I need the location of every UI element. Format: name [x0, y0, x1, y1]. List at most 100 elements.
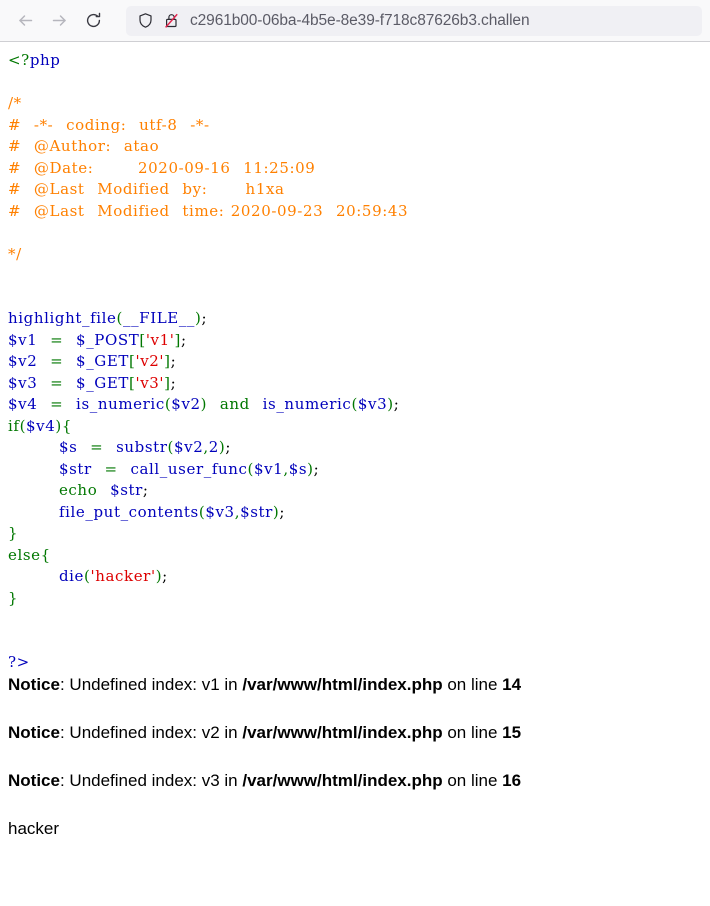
- code-token-var: __FILE__: [122, 309, 196, 327]
- code-line: else{: [8, 546, 51, 564]
- code-token-default: [77, 438, 90, 456]
- forward-button[interactable]: [42, 6, 76, 36]
- arrow-left-icon: [16, 11, 35, 30]
- code-token-var: $_GET: [76, 352, 130, 370]
- code-line: # @Last Modified time: 2020-09-23 20:59:…: [8, 202, 408, 220]
- page-content: <?php /* # -*- coding: utf-8 -*- # @Auth…: [0, 42, 710, 840]
- notice-on-line-text: on line: [442, 722, 503, 742]
- code-token-var: ?>: [8, 653, 30, 671]
- php-notice: Notice: Undefined index: v2 in /var/www/…: [8, 722, 702, 743]
- code-token-comment: */: [8, 244, 22, 263]
- address-bar[interactable]: c2961b00-06ba-4b5e-8e39-f718c87626b3.cha…: [126, 5, 702, 36]
- code-line: */: [8, 245, 22, 263]
- code-token-default: [37, 395, 50, 413]
- lock-crossed-out-icon[interactable]: [158, 8, 184, 34]
- code-line: file_put_contents($v3,$str);: [8, 503, 285, 521]
- code-token-var: $_GET: [76, 373, 130, 392]
- code-token-default: [63, 352, 76, 370]
- code-token-default: [63, 331, 76, 349]
- reload-icon: [84, 11, 103, 30]
- code-token-keyword: }: [8, 588, 19, 607]
- code-line: # @Date: 2020-09-16 11:25:09: [8, 159, 315, 177]
- code-token-keyword: and: [219, 395, 250, 413]
- code-token-default: [92, 460, 105, 478]
- code-token-keyword: =: [50, 395, 64, 413]
- code-token-var: $str: [240, 502, 273, 521]
- code-token-var: $v3: [205, 502, 235, 521]
- code-token-comment: # @Last Modified time: 2020-09-23 20:59:…: [8, 201, 409, 220]
- code-token-default: ;: [313, 459, 320, 478]
- code-token-default: [118, 460, 131, 478]
- code-token-default: [207, 395, 220, 413]
- notice-line-number: 15: [502, 722, 522, 742]
- code-line: }: [8, 589, 18, 607]
- code-token-default: [97, 481, 110, 499]
- script-output: hacker: [8, 819, 60, 839]
- code-line: # @Author: atao: [8, 137, 159, 155]
- code-token-comment: /*: [8, 94, 22, 112]
- code-line: # @Last Modified by: h1xa: [8, 180, 285, 198]
- code-token-keyword: echo: [58, 481, 98, 499]
- code-token-default: [37, 352, 50, 370]
- code-token-default: [63, 374, 76, 392]
- arrow-right-icon: [50, 11, 69, 30]
- code-line: $s = substr($v2,2);: [8, 438, 231, 456]
- code-line: die('hacker');: [8, 567, 168, 585]
- code-token-var: $v2: [8, 352, 38, 370]
- code-token-keyword: =: [50, 373, 64, 392]
- code-token-var: php: [29, 51, 61, 69]
- code-token-keyword: }: [8, 524, 19, 542]
- code-token-var: $v1: [253, 459, 284, 478]
- code-token-default: ;: [180, 330, 187, 349]
- notice-on-line-text: on line: [442, 674, 503, 694]
- code-line: ?>: [8, 653, 30, 671]
- shield-icon[interactable]: [132, 8, 158, 34]
- code-token-var: $v1: [8, 330, 38, 349]
- code-token-default: ;: [162, 567, 168, 585]
- back-button[interactable]: [8, 6, 42, 36]
- notice-file-path: /var/www/html/index.php: [242, 722, 443, 742]
- code-line: $v4 = is_numeric($v2) and is_numeric($v3…: [8, 395, 399, 413]
- code-token-keyword: {: [40, 545, 51, 564]
- php-notice: Notice: Undefined index: v3 in /var/www/…: [8, 770, 702, 791]
- code-token-keyword: {: [61, 416, 72, 435]
- code-token-var: $v3: [8, 373, 38, 392]
- notice-file-path: /var/www/html/index.php: [242, 771, 443, 790]
- php-notice: Notice: Undefined index: v1 in /var/www/…: [8, 674, 702, 695]
- code-token-default: [8, 567, 59, 585]
- code-token-keyword: else: [8, 545, 41, 564]
- code-token-comment: # @Author: atao: [8, 137, 160, 155]
- code-token-var: $v2: [174, 438, 204, 456]
- code-token-keyword: =: [104, 459, 118, 478]
- code-token-var: $str: [58, 459, 92, 478]
- code-line: $v1 = $_POST['v1'];: [8, 331, 187, 349]
- code-token-default: [8, 460, 59, 478]
- code-token-default: [103, 438, 116, 456]
- php-notices: Notice: Undefined index: v1 in /var/www/…: [0, 674, 710, 840]
- code-token-var: substr: [116, 438, 168, 456]
- notice-file-path: /var/www/html/index.php: [242, 674, 443, 694]
- code-line: # -*- coding: utf-8 -*-: [8, 116, 210, 134]
- code-token-default: [250, 395, 263, 413]
- code-token-var: $s: [288, 459, 308, 478]
- code-token-var: 2: [208, 438, 219, 456]
- code-line: echo $str;: [8, 481, 149, 499]
- code-token-comment: # @Last Modified by: h1xa: [8, 180, 285, 198]
- reload-button[interactable]: [76, 6, 110, 36]
- code-token-default: ;: [170, 352, 177, 370]
- code-token-comment: # -*- coding: utf-8 -*-: [8, 115, 210, 134]
- code-token-keyword: <?: [8, 51, 30, 69]
- code-token-default: [8, 438, 59, 456]
- code-token-var: call_user_func: [130, 459, 248, 478]
- code-token-string: 'v1': [145, 330, 175, 349]
- code-token-default: ;: [170, 373, 177, 392]
- code-token-default: ;: [279, 502, 286, 521]
- url-text[interactable]: c2961b00-06ba-4b5e-8e39-f718c87626b3.cha…: [190, 12, 529, 30]
- notice-message: : Undefined index: v1 in: [59, 674, 243, 694]
- code-token-default: ;: [225, 438, 232, 456]
- code-token-default: ;: [142, 481, 149, 499]
- notice-on-line-text: on line: [442, 771, 503, 790]
- code-line: }: [8, 524, 18, 542]
- notice-message: : Undefined index: v3 in: [59, 771, 243, 790]
- code-token-var: highlight_file: [8, 309, 117, 327]
